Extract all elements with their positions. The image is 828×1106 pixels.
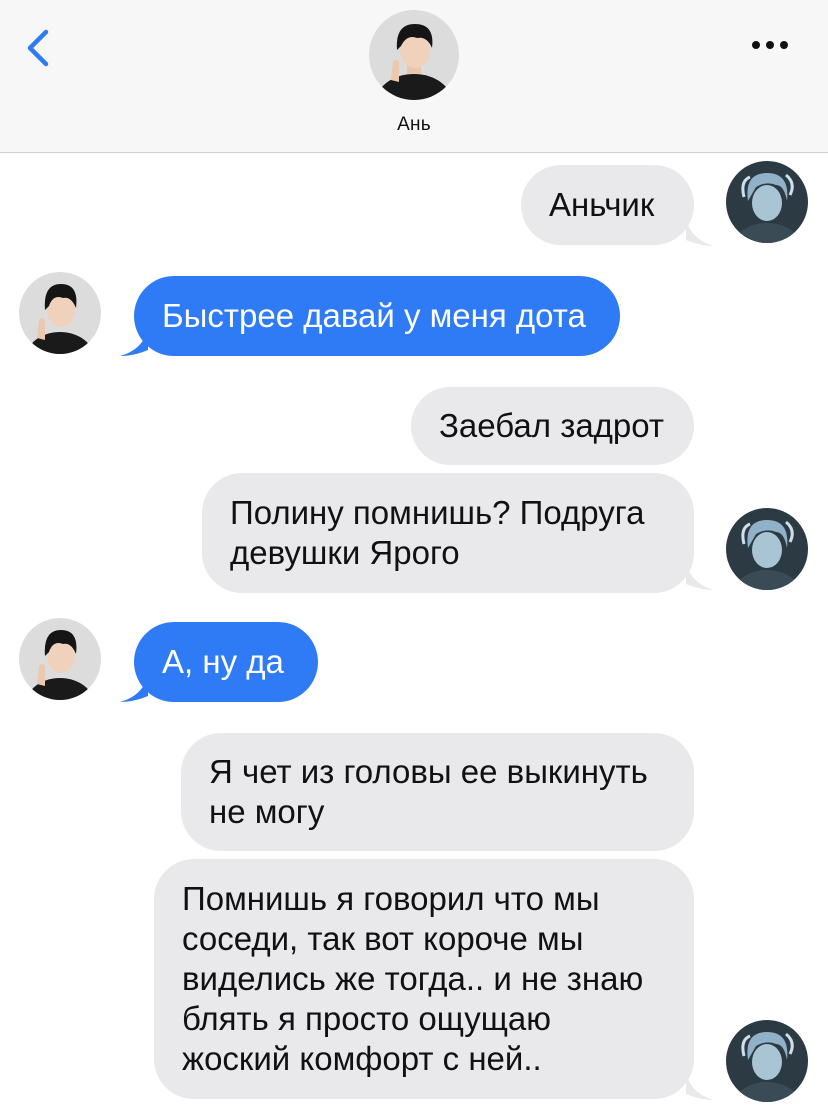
message-text-line: блять я просто ощущаю [182, 1000, 552, 1037]
message-text: Заебал задрот [439, 407, 665, 444]
message-text-line: девушки Ярого [230, 534, 460, 571]
message-bubble[interactable]: Помнишь я говорил что мы соседи, так вот… [154, 859, 694, 1099]
message-bubble[interactable]: Заебал задрот [411, 387, 694, 465]
message-text: А, ну да [162, 643, 284, 680]
message-text-line: виделись же тогда.. и не знаю [182, 960, 644, 997]
message-text: Быстрее давай у меня дота [162, 297, 586, 334]
contact-avatar[interactable] [19, 618, 101, 700]
bubble-tail [686, 1074, 714, 1100]
message-bubble[interactable]: Полину помнишь? Подруга девушки Ярого [202, 473, 694, 593]
chevron-left-icon [27, 29, 49, 67]
message-text-line: Я чет из головы ее выкинуть [209, 753, 648, 790]
message-text-line: жоский комфорт с ней.. [182, 1040, 542, 1077]
message-text-line: соседи, так вот короче мы [182, 920, 584, 957]
contact-name: Ань [397, 114, 431, 135]
back-button[interactable] [22, 26, 62, 70]
contact-avatar[interactable] [369, 10, 459, 100]
my-avatar[interactable] [726, 161, 808, 243]
more-options-button[interactable] [746, 30, 794, 60]
bubble-tail [686, 220, 714, 246]
message-bubble[interactable]: Аньчик [521, 165, 694, 245]
message-text: Аньчик [549, 186, 655, 223]
message-text-line: Полину помнишь? Подруга [230, 494, 645, 531]
my-avatar[interactable] [726, 1020, 808, 1102]
chat-header: Ань [0, 0, 828, 153]
message-bubble[interactable]: Я чет из головы ее выкинуть не могу [181, 733, 694, 851]
message-bubble[interactable]: А, ну да [134, 622, 318, 702]
ellipsis-icon [752, 41, 788, 49]
message-text-line: не могу [209, 793, 325, 830]
message-bubble[interactable]: Быстрее давай у меня дота [134, 276, 620, 356]
contact-avatar[interactable] [19, 272, 101, 354]
my-avatar[interactable] [726, 508, 808, 590]
message-text-line: Помнишь я говорил что мы [182, 880, 600, 917]
